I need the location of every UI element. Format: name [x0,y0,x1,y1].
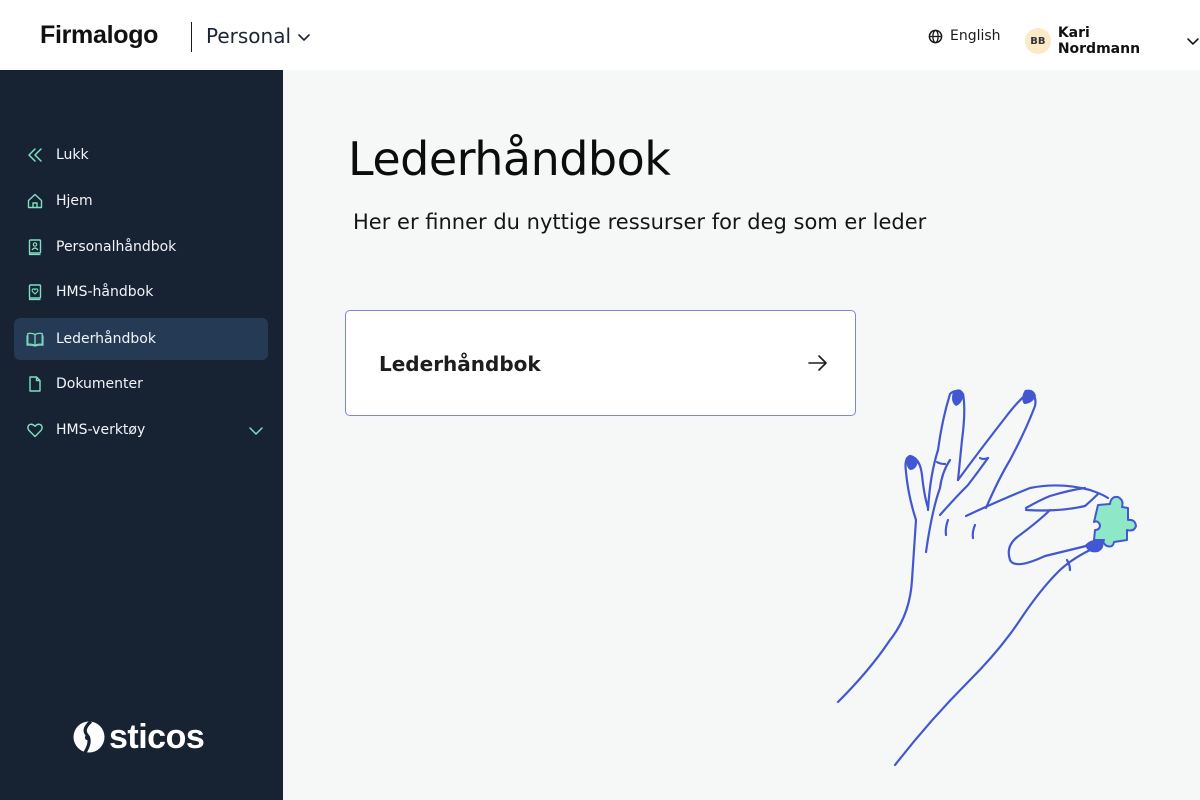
header-divider [191,22,192,52]
sidebar-item-dokumenter[interactable]: Dokumenter [14,363,268,405]
document-icon [26,375,44,393]
card-title: Lederhåndbok [379,352,541,376]
sidebar-item-label: HMS-verktøy [56,422,146,438]
sticos-logo: sticos [72,718,205,756]
sidebar-item-home[interactable]: Hjem [14,180,268,222]
sidebar: Lukk Hjem Personalhåndbok HMS-håndbok Le… [0,70,283,800]
person-book-icon [26,238,44,256]
sidebar-item-label: Lukk [56,147,89,163]
lederhandbok-card[interactable]: Lederhåndbok [345,310,856,416]
company-logo[interactable]: Firmalogo [40,21,158,50]
sidebar-item-hms-handbok[interactable]: HMS-håndbok [14,271,268,313]
main-content: Lederhåndbok Her er finner du nyttige re… [283,70,1200,800]
arrow-right-icon [807,353,829,377]
workspace-selector[interactable]: Personal [206,24,311,48]
workspace-label: Personal [206,24,292,48]
home-icon [26,192,44,210]
chevron-down-icon [298,34,310,41]
user-name: Kari Nordmann [1057,25,1141,57]
chevron-down-icon[interactable] [248,423,264,442]
top-bar: Firmalogo Personal English BB Kari Nordm… [0,0,1200,70]
user-menu[interactable]: BB Kari Nordmann [1025,25,1200,57]
heart-icon [26,421,44,439]
sidebar-item-label: HMS-håndbok [56,284,154,300]
globe-icon [928,29,943,43]
language-label: English [950,28,1001,44]
sidebar-item-label: Lederhåndbok [56,331,156,347]
heart-book-icon [26,283,44,301]
avatar: BB [1025,28,1051,54]
puzzle-piece-icon [1093,495,1137,548]
hand-holding-puzzle-illustration [836,389,1137,767]
open-book-icon [26,330,44,348]
sidebar-item-personalhandbok[interactable]: Personalhåndbok [14,226,268,268]
sticos-wordmark: sticos [109,718,205,756]
sidebar-item-label: Dokumenter [56,376,143,392]
page-title: Lederhåndbok [348,132,671,186]
sidebar-item-close[interactable]: Lukk [14,134,268,176]
sidebar-item-label: Personalhåndbok [56,239,177,255]
sidebar-item-label: Hjem [56,193,93,209]
sticos-mark-icon [73,720,105,754]
chevron-down-icon [1187,38,1199,45]
sidebar-item-hms-verktoy[interactable]: HMS-verktøy [14,409,268,451]
page-subtitle: Her er finner du nyttige ressurser for d… [353,210,927,234]
double-chevron-left-icon [26,146,44,164]
language-selector[interactable]: English [928,28,1001,44]
sidebar-item-lederhandbok[interactable]: Lederhåndbok [14,318,268,360]
